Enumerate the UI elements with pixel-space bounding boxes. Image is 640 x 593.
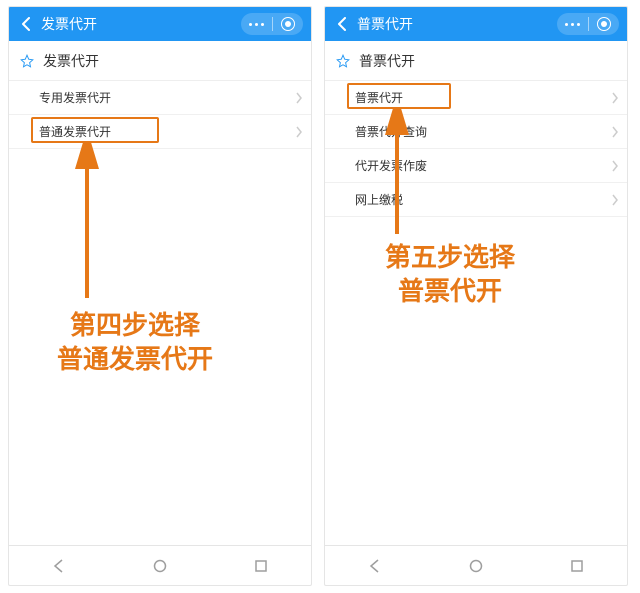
phone-left: 发票代开 发票代开 专用发票代开 普通发票代开 [8,6,312,586]
chevron-right-icon [611,126,619,138]
annotation-line2: 普通发票代开 [57,343,213,377]
list-item-label: 代开发票作废 [355,157,427,174]
screenshot-pair: 发票代开 发票代开 专用发票代开 普通发票代开 [0,0,640,592]
chevron-right-icon [611,92,619,104]
section-title: 普票代开 [359,51,415,71]
annotation-line1: 第四步选择 [57,309,213,343]
annotation-line2: 普票代开 [385,275,515,309]
app-header: 发票代开 [9,7,311,41]
annotation-line1: 第五步选择 [385,241,515,275]
miniapp-capsule[interactable] [241,13,303,35]
section-header: 普票代开 [325,41,627,81]
list-item-label: 专用发票代开 [39,89,111,106]
section-header: 发票代开 [9,41,311,81]
content-area: 专用发票代开 普通发票代开 第四步选择 普通发票代开 [9,81,311,545]
close-icon[interactable] [281,17,295,31]
list-item[interactable]: 普票代开查询 [325,115,627,149]
chevron-right-icon [611,160,619,172]
annotation-arrow [69,143,105,303]
list-item[interactable]: 普通发票代开 [9,115,311,149]
chevron-right-icon [295,92,303,104]
system-navbar [325,545,627,585]
content-area: 普票代开 普票代开查询 代开发票作废 网上缴税 [325,81,627,545]
nav-back-icon[interactable] [355,551,395,581]
nav-home-icon[interactable] [140,551,180,581]
system-navbar [9,545,311,585]
nav-recent-icon[interactable] [241,551,281,581]
star-icon[interactable] [19,53,35,69]
close-icon[interactable] [597,17,611,31]
phone-right: 普票代开 普票代开 普票代开 普票代开查询 代开 [324,6,628,586]
miniapp-capsule[interactable] [557,13,619,35]
list-item[interactable]: 网上缴税 [325,183,627,217]
list-item-label: 普票代开查询 [355,123,427,140]
list-item[interactable]: 普票代开 [325,81,627,115]
list-item[interactable]: 专用发票代开 [9,81,311,115]
nav-recent-icon[interactable] [557,551,597,581]
nav-back-icon[interactable] [39,551,79,581]
more-icon[interactable] [565,23,580,26]
annotation-caption: 第五步选择 普票代开 [385,241,515,309]
list-item-label: 普票代开 [355,89,403,106]
section-title: 发票代开 [43,51,99,71]
chevron-right-icon [295,126,303,138]
star-icon[interactable] [335,53,351,69]
list-item-label: 网上缴税 [355,191,403,208]
back-icon[interactable] [17,15,35,33]
back-icon[interactable] [333,15,351,33]
app-header: 普票代开 [325,7,627,41]
header-title: 普票代开 [357,14,413,34]
more-icon[interactable] [249,23,264,26]
nav-home-icon[interactable] [456,551,496,581]
chevron-right-icon [611,194,619,206]
list-item-label: 普通发票代开 [39,123,111,140]
list-item[interactable]: 代开发票作废 [325,149,627,183]
header-title: 发票代开 [41,14,97,34]
annotation-caption: 第四步选择 普通发票代开 [57,309,213,377]
